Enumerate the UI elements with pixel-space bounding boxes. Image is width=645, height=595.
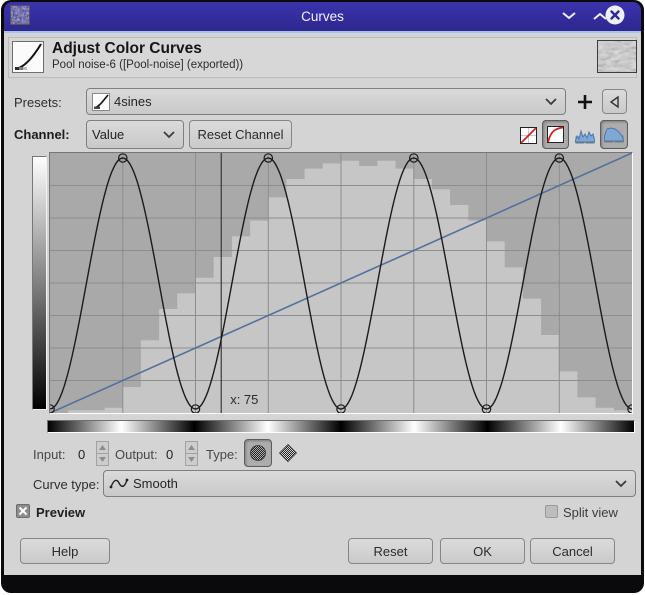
channel-label: Channel: bbox=[14, 127, 70, 142]
spin-down-icon[interactable] bbox=[185, 454, 198, 466]
red-diagonal-icon bbox=[520, 127, 537, 144]
channel-dropdown[interactable]: Value bbox=[86, 120, 184, 149]
chevron-down-icon bbox=[562, 12, 576, 20]
chevron-down-icon bbox=[545, 98, 557, 106]
curves-dialog-window: Curves Adjust Color Curves Pool noise-6 … bbox=[0, 0, 645, 595]
output-label: Output: bbox=[115, 447, 158, 462]
image-name-subtitle: Pool noise-6 ([Pool-noise] (exported)) bbox=[52, 59, 243, 71]
window-icon bbox=[10, 5, 30, 25]
preview-checkbox[interactable] bbox=[16, 504, 30, 518]
input-label: Input: bbox=[33, 447, 66, 462]
help-button[interactable]: Help bbox=[20, 538, 110, 564]
type-smooth-button[interactable] bbox=[244, 439, 272, 467]
channel-value: Value bbox=[92, 127, 157, 142]
presets-label: Presets: bbox=[14, 95, 62, 110]
curve-plot[interactable]: x: 75 bbox=[49, 152, 633, 414]
output-spinner[interactable] bbox=[185, 441, 198, 466]
type-label: Type: bbox=[206, 447, 238, 462]
cancel-button[interactable]: Cancel bbox=[530, 538, 615, 564]
histogram-log-icon bbox=[604, 126, 624, 143]
input-value: 0 bbox=[78, 447, 85, 462]
linear-light-toggle-button[interactable] bbox=[517, 123, 540, 147]
add-preset-button[interactable] bbox=[574, 90, 596, 114]
spin-down-icon[interactable] bbox=[96, 454, 109, 466]
spin-up-icon[interactable] bbox=[96, 441, 109, 454]
reset-button[interactable]: Reset bbox=[348, 538, 433, 564]
y-axis-gradient bbox=[32, 156, 47, 410]
ok-button[interactable]: OK bbox=[440, 538, 525, 564]
spin-up-icon[interactable] bbox=[185, 441, 198, 454]
chevron-down-icon bbox=[615, 480, 627, 488]
split-view-checkbox[interactable] bbox=[545, 505, 558, 518]
input-spinner[interactable] bbox=[96, 441, 109, 466]
curves-tool-icon bbox=[12, 41, 44, 73]
triangle-left-icon bbox=[608, 95, 622, 109]
histogram-linear-toggle-button[interactable] bbox=[573, 123, 597, 147]
type-corner-button[interactable] bbox=[277, 442, 299, 464]
x-axis-gradient bbox=[47, 420, 635, 433]
page-title: Adjust Color Curves bbox=[52, 40, 202, 58]
histogram-log-toggle-button[interactable] bbox=[600, 120, 628, 149]
preset-menu-button[interactable] bbox=[602, 89, 627, 114]
curve-type-label: Curve type: bbox=[33, 477, 99, 492]
close-icon bbox=[604, 4, 626, 26]
plus-icon bbox=[577, 94, 593, 110]
dithered-diamond-icon bbox=[278, 443, 298, 463]
preset-curve-icon bbox=[92, 93, 110, 111]
titlebar[interactable]: Curves bbox=[4, 2, 641, 31]
perceptual-toggle-button[interactable] bbox=[542, 120, 569, 149]
preview-label[interactable]: Preview bbox=[36, 505, 85, 520]
split-view-label[interactable]: Split view bbox=[563, 505, 618, 520]
histogram-linear-icon bbox=[575, 127, 595, 144]
dithered-circle-icon bbox=[249, 444, 267, 462]
red-curve-icon bbox=[547, 126, 564, 143]
curve-type-dropdown[interactable]: Smooth bbox=[103, 470, 636, 497]
svg-text:x: 75: x: 75 bbox=[230, 392, 258, 407]
window-title: Curves bbox=[4, 2, 641, 31]
image-thumbnail bbox=[597, 40, 637, 73]
presets-value: 4sines bbox=[114, 94, 539, 109]
reset-channel-button[interactable]: Reset Channel bbox=[189, 120, 292, 149]
minimize-button[interactable] bbox=[557, 7, 581, 25]
check-x-icon bbox=[18, 506, 28, 516]
close-button[interactable] bbox=[604, 4, 626, 26]
curve-type-value: Smooth bbox=[133, 476, 609, 491]
smooth-squiggle-icon bbox=[109, 476, 129, 491]
presets-dropdown[interactable]: 4sines bbox=[86, 88, 566, 115]
output-value: 0 bbox=[166, 447, 173, 462]
chevron-down-icon bbox=[163, 131, 175, 139]
